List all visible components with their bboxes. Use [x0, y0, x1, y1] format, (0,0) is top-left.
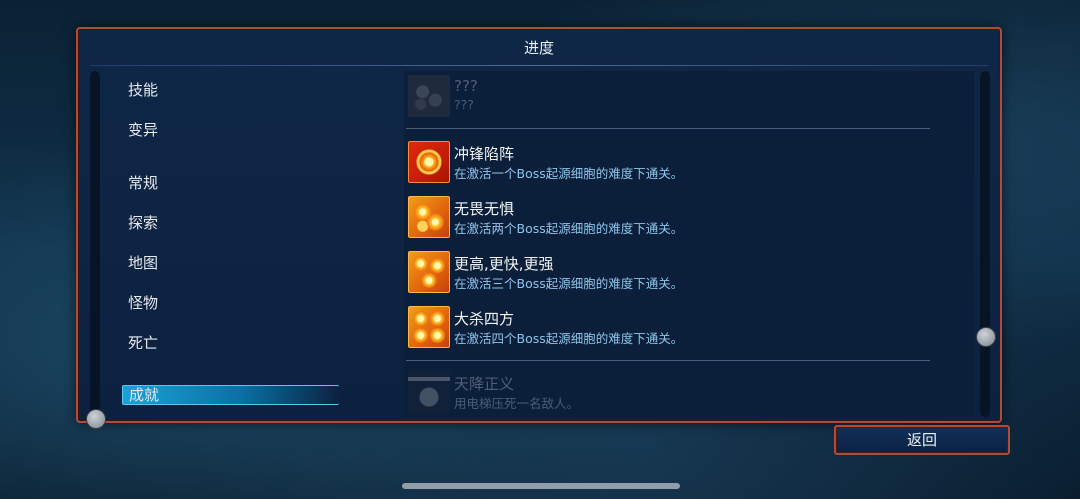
achievement-row-locked[interactable]: 天降正义 用电梯压死一名敌人。 — [406, 371, 966, 415]
category-skills[interactable]: 技能 — [128, 79, 158, 100]
achievement-description: 在激活四个Boss起源细胞的难度下通关。 — [454, 331, 684, 346]
category-scroll-knob[interactable] — [86, 409, 106, 429]
section-divider — [406, 360, 930, 361]
achievement-description: 在激活一个Boss起源细胞的难度下通关。 — [454, 166, 684, 181]
one-boss-cell-icon — [408, 141, 450, 183]
achievement-description: 在激活两个Boss起源细胞的难度下通关。 — [454, 221, 684, 236]
elevator-skull-icon — [408, 371, 450, 413]
category-general[interactable]: 常规 — [128, 172, 158, 193]
category-map[interactable]: 地图 — [128, 252, 158, 273]
home-indicator[interactable] — [402, 483, 680, 489]
locked-gears-icon — [408, 75, 450, 117]
achievement-name: ??? — [454, 77, 478, 95]
achievement-row-locked[interactable]: ??? ??? — [406, 75, 966, 119]
panel-title: 进度 — [523, 39, 554, 57]
category-mutations[interactable]: 变异 — [128, 119, 158, 140]
three-boss-cells-icon — [408, 251, 450, 293]
achievement-name: 天降正义 — [454, 375, 515, 393]
achievement-description: ??? — [454, 97, 474, 112]
achievement-row[interactable]: 大杀四方 在激活四个Boss起源细胞的难度下通关。 — [406, 306, 966, 350]
achievement-description: 在激活三个Boss起源细胞的难度下通关。 — [454, 276, 684, 291]
achievement-name: 冲锋陷阵 — [454, 145, 515, 163]
achievement-name: 无畏无惧 — [454, 200, 515, 218]
achievement-name: 大杀四方 — [454, 310, 515, 328]
achievement-list[interactable]: ??? ??? 冲锋陷阵 在激活一个Boss起源细胞的难度下通关。 无畏无惧 在… — [404, 71, 974, 417]
four-boss-cells-icon — [408, 306, 450, 348]
back-button[interactable]: 返回 — [834, 425, 1010, 455]
title-divider — [90, 65, 988, 66]
category-deaths[interactable]: 死亡 — [128, 332, 158, 353]
achievement-scroll-knob[interactable] — [976, 327, 996, 347]
achievement-row[interactable]: 无畏无惧 在激活两个Boss起源细胞的难度下通关。 — [406, 196, 966, 240]
achievement-description: 用电梯压死一名敌人。 — [454, 396, 580, 411]
category-exploration[interactable]: 探索 — [128, 212, 158, 233]
achievement-scrollbar[interactable] — [980, 71, 990, 417]
category-monsters[interactable]: 怪物 — [128, 292, 158, 313]
two-boss-cells-icon — [408, 196, 450, 238]
achievement-row[interactable]: 更高,更快,更强 在激活三个Boss起源细胞的难度下通关。 — [406, 251, 966, 295]
progress-panel: 进度 技能 变异 常规 探索 地图 怪物 死亡 成就 ??? ??? 冲锋陷阵 … — [76, 27, 1002, 429]
section-divider — [406, 128, 930, 129]
category-achievements[interactable]: 成就 — [122, 385, 339, 405]
achievement-row[interactable]: 冲锋陷阵 在激活一个Boss起源细胞的难度下通关。 — [406, 141, 966, 185]
achievement-name: 更高,更快,更强 — [454, 255, 554, 273]
category-scrollbar[interactable] — [90, 71, 100, 417]
